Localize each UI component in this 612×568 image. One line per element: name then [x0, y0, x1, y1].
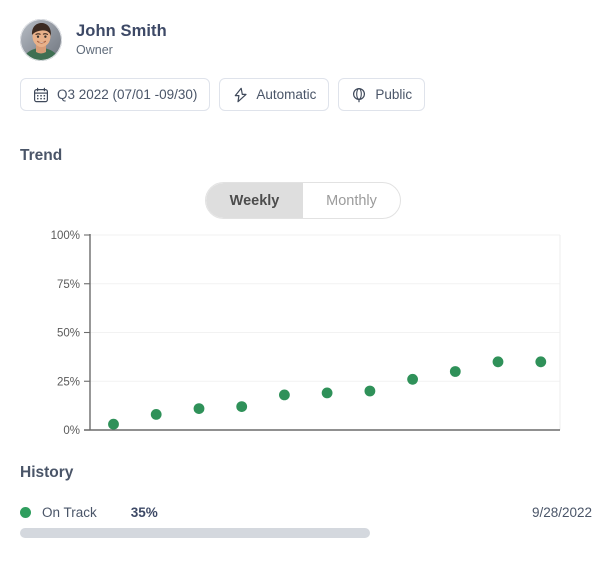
y-axis-tick-label: 0%	[63, 425, 80, 437]
data-point[interactable]	[150, 409, 162, 420]
history-date: 9/28/2022	[531, 504, 592, 520]
data-point[interactable]	[193, 403, 205, 414]
update-method-chip[interactable]: Automatic	[219, 78, 330, 111]
avatar[interactable]	[20, 19, 62, 61]
history-status-label: On Track	[42, 504, 97, 520]
data-point[interactable]	[449, 366, 461, 377]
toggle-option-weekly[interactable]: Weekly	[206, 183, 303, 218]
timeframe-chip-label: Q3 2022 (07/01 -09/30)	[57, 87, 198, 102]
globe-icon	[351, 87, 367, 103]
visibility-chip-label: Public	[375, 87, 413, 102]
update-method-chip-label: Automatic	[256, 87, 317, 102]
data-point[interactable]	[535, 356, 547, 368]
data-point[interactable]	[236, 401, 248, 412]
data-point[interactable]	[492, 356, 504, 368]
data-point[interactable]	[407, 373, 418, 385]
trend-granularity-toggle[interactable]: Weekly Monthly	[205, 182, 401, 219]
y-axis-tick-label: 100%	[51, 230, 80, 242]
data-point[interactable]	[321, 387, 333, 399]
data-point[interactable]	[279, 389, 290, 401]
timeframe-chip[interactable]: Q3 2022 (07/01 -09/30)	[20, 78, 211, 111]
status-dot-icon	[20, 506, 31, 518]
trend-section-title: Trend	[20, 147, 63, 164]
horizontal-scrollbar[interactable]	[20, 528, 592, 538]
history-row[interactable]: On Track 35% 9/28/2022	[20, 502, 592, 522]
scrollbar-thumb[interactable]	[20, 528, 370, 538]
y-axis-tick-label: 50%	[57, 328, 80, 340]
history-section-title: History	[20, 464, 74, 481]
data-point[interactable]	[364, 385, 376, 397]
lightning-bolt-icon	[232, 87, 248, 103]
owner-name: John Smith	[76, 21, 167, 40]
owner-info: John Smith Owner	[76, 22, 167, 59]
calendar-icon	[33, 87, 49, 103]
y-axis-tick-label: 75%	[57, 279, 80, 291]
owner-role: Owner	[76, 42, 113, 57]
visibility-chip[interactable]: Public	[338, 78, 426, 111]
owner-header: John Smith Owner	[20, 19, 167, 61]
goal-detail-panel: John Smith Owner Q3 2022 (07/01 -09/30) …	[0, 0, 612, 568]
y-axis-tick-label: 25%	[57, 376, 80, 388]
trend-chart: 0% 25% 50% 75% 100%	[0, 222, 612, 437]
data-point[interactable]	[108, 418, 119, 430]
toggle-option-monthly[interactable]: Monthly	[303, 183, 400, 218]
metadata-chip-row: Q3 2022 (07/01 -09/30) Automatic Public	[20, 78, 426, 111]
history-percent: 35%	[130, 504, 158, 520]
